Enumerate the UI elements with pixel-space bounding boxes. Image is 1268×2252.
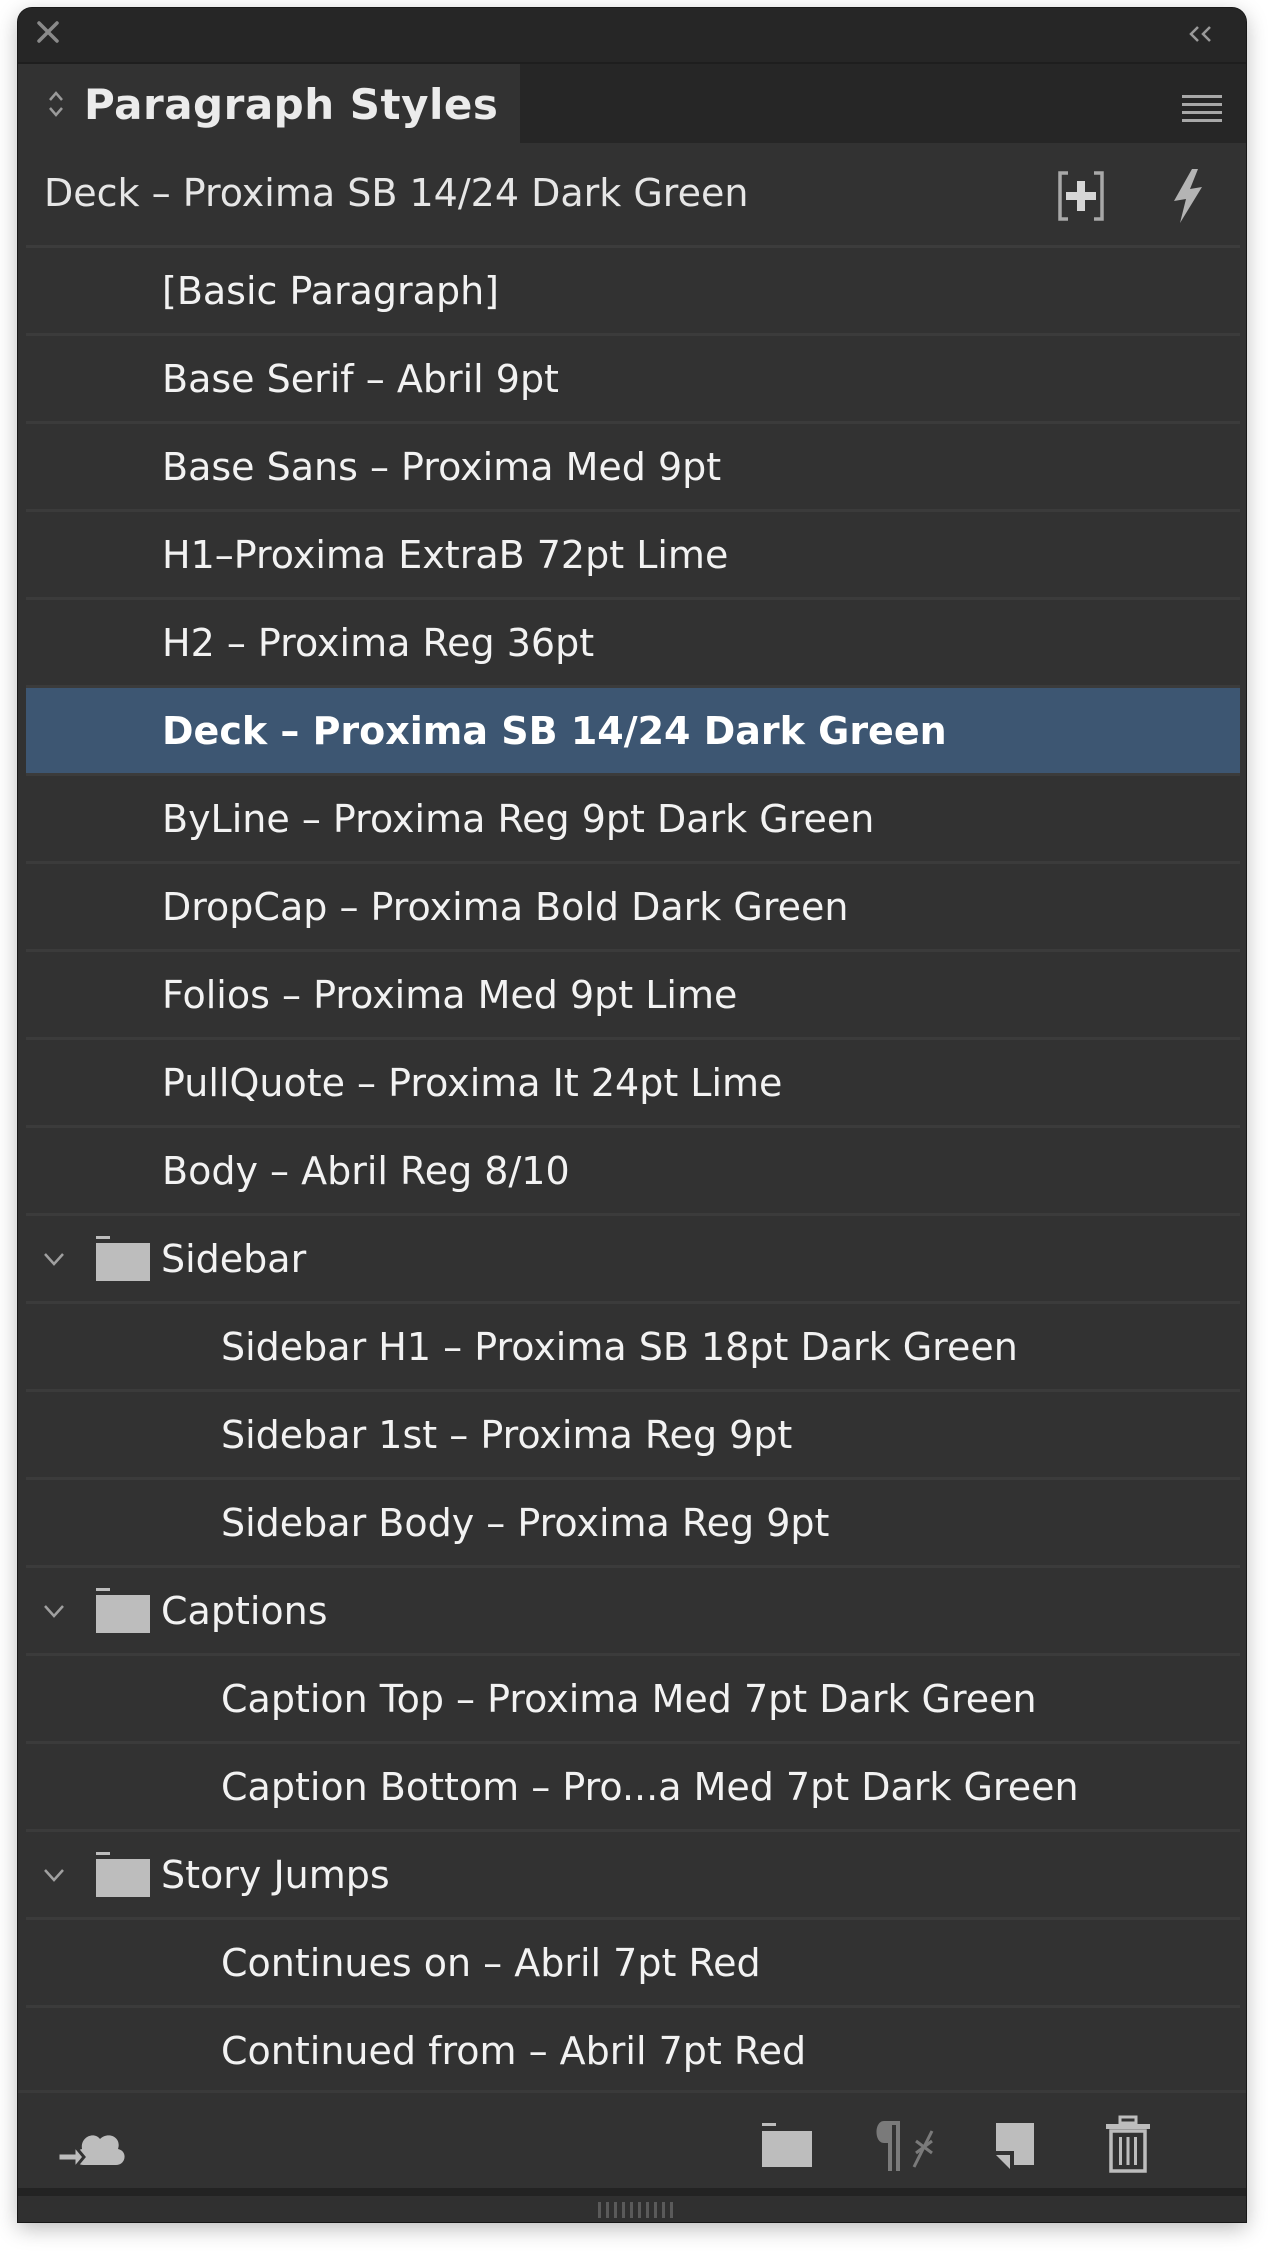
- panel-titlebar: [18, 8, 1246, 64]
- resize-grip-icon[interactable]: [596, 2200, 676, 2218]
- chevron-down-icon[interactable]: [36, 1247, 72, 1271]
- style-row[interactable]: PullQuote – Proxima It 24pt Lime: [26, 1040, 1240, 1128]
- group-label: Sidebar: [161, 1236, 307, 1281]
- style-label: Base Sans – Proxima Med 9pt: [162, 444, 722, 489]
- style-row[interactable]: Body – Abril Reg 8/10: [26, 1128, 1240, 1216]
- style-row[interactable]: Continued from – Abril 7pt Red: [26, 2008, 1240, 2096]
- style-row[interactable]: Continues on – Abril 7pt Red: [26, 1920, 1240, 2008]
- style-row[interactable]: Folios – Proxima Med 9pt Lime: [26, 952, 1240, 1040]
- style-label: Body – Abril Reg 8/10: [162, 1148, 570, 1193]
- style-label: Caption Bottom – Pro...a Med 7pt Dark Gr…: [221, 1764, 1079, 1809]
- double-chevron-left-icon[interactable]: [1186, 22, 1218, 46]
- style-label: [Basic Paragraph]: [162, 268, 499, 313]
- create-style-group-icon[interactable]: [1056, 167, 1106, 225]
- clear-overrides-icon: [876, 2121, 934, 2171]
- chevron-down-icon[interactable]: [36, 1599, 72, 1623]
- style-label: ByLine – Proxima Reg 9pt Dark Green: [162, 796, 875, 841]
- style-group-row[interactable]: Captions: [26, 1568, 1240, 1656]
- panel-title: Paragraph Styles: [84, 80, 499, 129]
- style-row[interactable]: Sidebar Body – Proxima Reg 9pt: [26, 1480, 1240, 1568]
- style-row[interactable]: Base Serif – Abril 9pt: [26, 336, 1240, 424]
- style-row[interactable]: Deck – Proxima SB 14/24 Dark Green: [26, 688, 1240, 776]
- style-group-row[interactable]: Sidebar: [26, 1216, 1240, 1304]
- style-row[interactable]: Sidebar H1 – Proxima SB 18pt Dark Green: [26, 1304, 1240, 1392]
- style-label: PullQuote – Proxima It 24pt Lime: [162, 1060, 783, 1105]
- style-label: Deck – Proxima SB 14/24 Dark Green: [162, 708, 947, 753]
- style-label: Sidebar 1st – Proxima Reg 9pt: [221, 1412, 793, 1457]
- style-label: Caption Top – Proxima Med 7pt Dark Green: [221, 1676, 1037, 1721]
- style-group-row[interactable]: Story Jumps: [26, 1832, 1240, 1920]
- panel-resize-bar[interactable]: [18, 2188, 1246, 2222]
- style-label: Folios – Proxima Med 9pt Lime: [162, 972, 738, 1017]
- style-row[interactable]: Base Sans – Proxima Med 9pt: [26, 424, 1240, 512]
- style-row[interactable]: ByLine – Proxima Reg 9pt Dark Green: [26, 776, 1240, 864]
- chevron-down-icon[interactable]: [36, 1863, 72, 1887]
- style-row[interactable]: Sidebar 1st – Proxima Reg 9pt: [26, 1392, 1240, 1480]
- current-style-name: Deck – Proxima SB 14/24 Dark Green: [44, 171, 749, 215]
- current-style-bar: Deck – Proxima SB 14/24 Dark Green: [18, 143, 1246, 245]
- panel-menu-icon[interactable]: [1182, 94, 1222, 124]
- style-label: Base Serif – Abril 9pt: [162, 356, 559, 401]
- up-down-arrows-icon[interactable]: [46, 88, 66, 120]
- folder-icon: [96, 1235, 150, 1281]
- new-style-icon[interactable]: [992, 2115, 1042, 2175]
- style-row[interactable]: H1–Proxima ExtraB 72pt Lime: [26, 512, 1240, 600]
- style-row[interactable]: DropCap – Proxima Bold Dark Green: [26, 864, 1240, 952]
- style-label: Sidebar Body – Proxima Reg 9pt: [221, 1500, 830, 1545]
- style-label: Continues on – Abril 7pt Red: [221, 1940, 761, 1985]
- paragraph-styles-panel: Paragraph Styles Deck – Proxima SB 14/24…: [18, 8, 1246, 2222]
- group-label: Captions: [161, 1588, 328, 1633]
- style-label: DropCap – Proxima Bold Dark Green: [162, 884, 849, 929]
- style-row[interactable]: Caption Bottom – Pro...a Med 7pt Dark Gr…: [26, 1744, 1240, 1832]
- style-label: H1–Proxima ExtraB 72pt Lime: [162, 532, 729, 577]
- new-style-group-icon[interactable]: [758, 2115, 814, 2175]
- tab-strip: Paragraph Styles: [18, 64, 1246, 143]
- tab-paragraph-styles[interactable]: Paragraph Styles: [18, 64, 520, 143]
- lightning-bolt-icon[interactable]: [1162, 167, 1212, 225]
- cc-libraries-icon[interactable]: [56, 2115, 130, 2175]
- style-label: Continued from – Abril 7pt Red: [221, 2028, 807, 2073]
- group-label: Story Jumps: [161, 1852, 390, 1897]
- style-row[interactable]: [Basic Paragraph]: [26, 248, 1240, 336]
- style-list: [Basic Paragraph] Base Serif – Abril 9pt B…: [26, 245, 1240, 2096]
- folder-icon: [96, 1587, 150, 1633]
- style-label: H2 – Proxima Reg 36pt: [162, 620, 595, 665]
- style-row[interactable]: H2 – Proxima Reg 36pt: [26, 600, 1240, 688]
- delete-icon[interactable]: [1104, 2115, 1152, 2175]
- folder-icon: [96, 1851, 150, 1897]
- close-icon[interactable]: [34, 18, 62, 46]
- style-row[interactable]: Caption Top – Proxima Med 7pt Dark Green: [26, 1656, 1240, 1744]
- style-label: Sidebar H1 – Proxima SB 18pt Dark Green: [221, 1324, 1018, 1369]
- panel-footer: [18, 2090, 1246, 2189]
